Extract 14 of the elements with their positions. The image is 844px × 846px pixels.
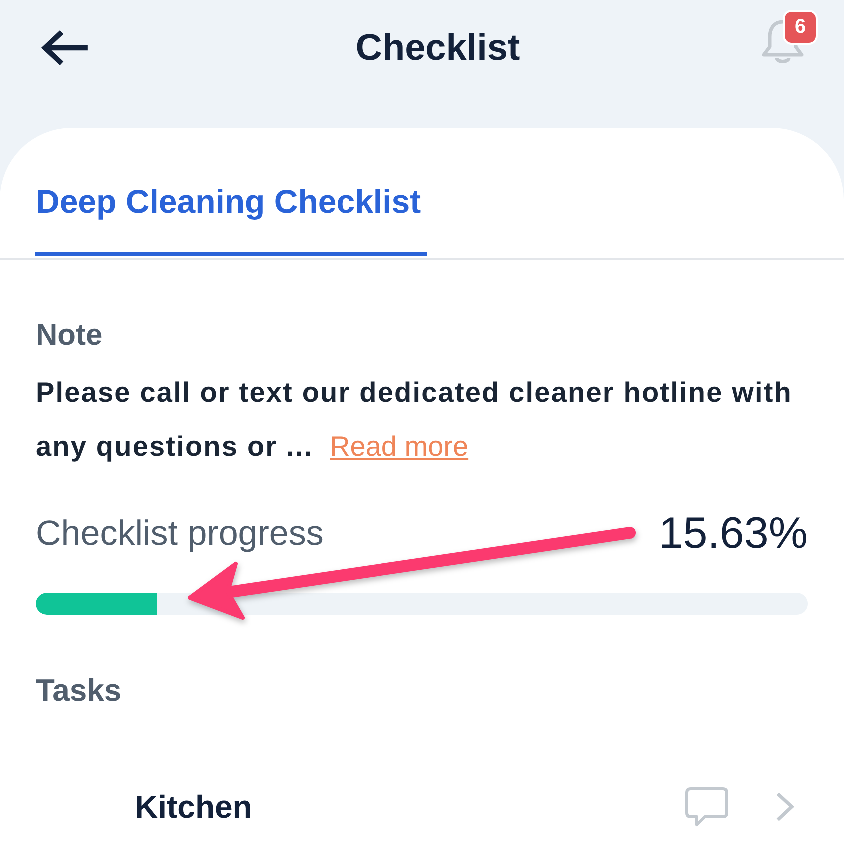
notification-badge: 6 — [783, 10, 818, 45]
notifications-button[interactable]: 6 — [761, 10, 818, 66]
page-title: Checklist — [356, 26, 520, 70]
progress-label: Checklist progress — [36, 514, 324, 554]
back-button[interactable] — [40, 29, 90, 67]
chevron-right-icon[interactable] — [775, 792, 795, 822]
task-name[interactable]: Kitchen — [135, 788, 252, 826]
note-heading: Note — [36, 318, 104, 354]
note-text: Please call or text our dedicated cleaner hotline with any questions or ... Read more — [36, 376, 794, 464]
comment-icon[interactable] — [685, 787, 729, 827]
tasks-heading: Tasks — [36, 673, 123, 709]
checklist-tab[interactable]: Deep Cleaning Checklist — [35, 128, 428, 256]
progress-percentage: 15.63% — [658, 509, 808, 559]
back-arrow-icon — [40, 29, 90, 67]
